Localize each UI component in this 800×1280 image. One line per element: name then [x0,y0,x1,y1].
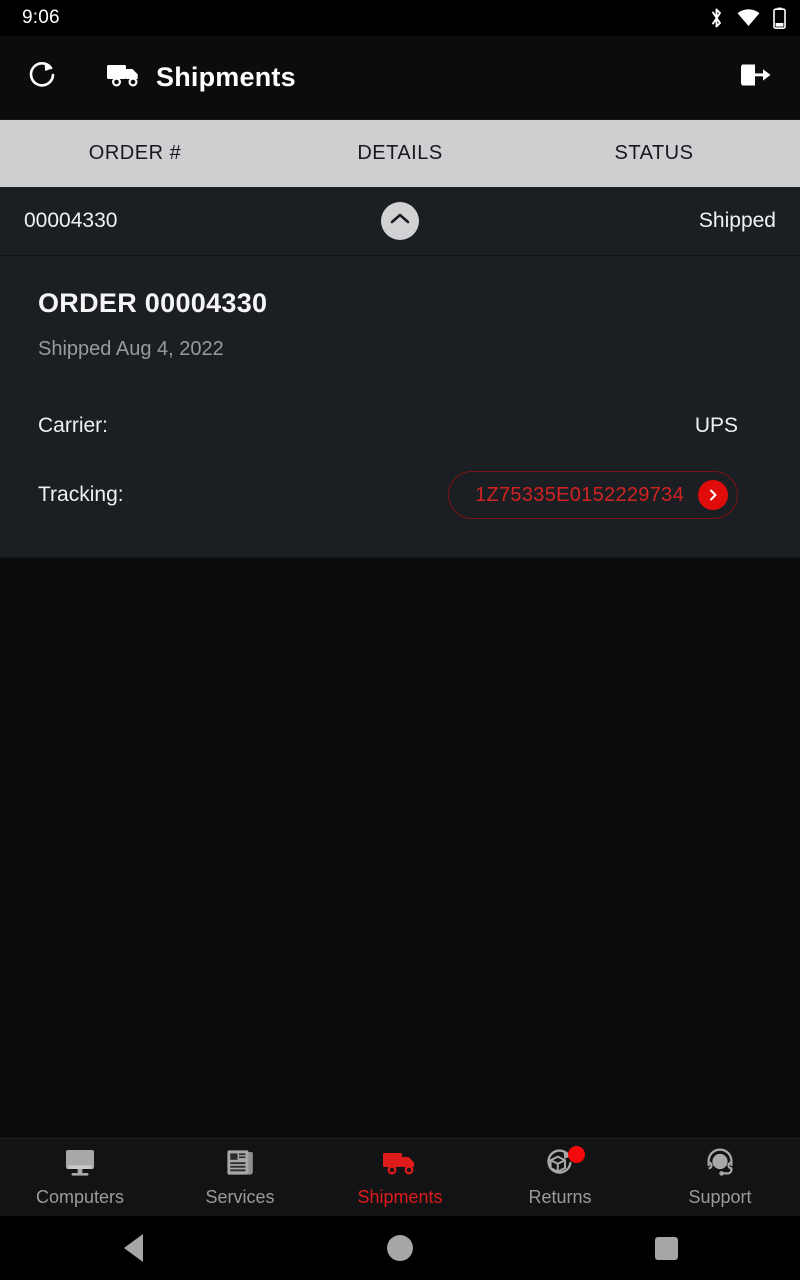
carrier-row: Carrier: UPS [38,409,738,443]
carrier-label: Carrier: [38,414,109,437]
app-bar-left: Shipments [20,56,734,100]
column-header-status: STATUS [614,142,694,164]
refresh-icon [25,58,59,97]
app-screen: 9:06 Shipments ORDER # DETAILS STATUS 00… [0,0,800,1280]
bluetooth-icon [709,7,724,29]
content-empty-area [0,558,800,1138]
cell-order-number: 00004330 [24,209,118,232]
nav-label-shipments: Shipments [357,1186,443,1207]
status-bar-clock: 9:06 [22,7,60,28]
page-title: Shipments [156,62,296,92]
android-home-button[interactable] [267,1235,534,1261]
nav-item-services[interactable]: Services [160,1139,320,1216]
app-bar-title-group: Shipments [106,61,296,94]
nav-label-computers: Computers [35,1186,125,1207]
refresh-button[interactable] [20,56,64,100]
table-header: ORDER # DETAILS STATUS [0,120,800,187]
tracking-row: Tracking: 1Z75335E0152229734 [38,471,738,519]
carrier-value: UPS [694,414,738,437]
column-header-order: ORDER # [88,142,182,164]
tracking-number-button[interactable]: 1Z75335E0152229734 [448,471,738,519]
expand-toggle-button[interactable] [381,202,419,240]
android-recents-button[interactable] [533,1236,800,1260]
status-bar-icons [709,7,786,29]
column-header-details: DETAILS [357,142,443,164]
status-bar: 9:06 [0,0,800,36]
chevron-right-icon [698,480,728,510]
cell-status: Shipped [698,209,776,232]
nav-label-returns: Returns [528,1186,592,1207]
logout-button[interactable] [734,56,778,100]
tracking-label: Tracking: [38,483,124,506]
returns-badge [568,1145,585,1163]
return-box-icon [544,1145,585,1178]
recents-square-icon [655,1236,679,1260]
nav-item-support[interactable]: Support [640,1139,800,1216]
table-row[interactable]: 00004330 Shipped [0,187,800,256]
android-navigation-bar [0,1216,800,1280]
bottom-navigation: Computers Services Shipments Returns Sup… [0,1138,800,1216]
monitor-icon [63,1148,97,1178]
cell-details [270,202,530,240]
truck-icon [381,1148,419,1178]
android-back-button[interactable] [0,1234,267,1262]
wifi-icon [737,9,760,27]
nav-label-services: Services [205,1186,275,1207]
home-circle-icon [387,1235,413,1261]
detail-ship-date: Shipped Aug 4, 2022 [38,338,224,360]
battery-icon [773,7,786,29]
app-bar: Shipments [0,36,800,120]
headset-icon [704,1148,736,1178]
detail-order-title: ORDER 00004330 [38,288,268,318]
newspaper-icon [225,1148,255,1178]
nav-item-computers[interactable]: Computers [0,1139,160,1216]
nav-label-support: Support [688,1186,752,1207]
nav-item-returns[interactable]: Returns [480,1139,640,1216]
nav-item-shipments[interactable]: Shipments [320,1139,480,1216]
tracking-number-value: 1Z75335E0152229734 [475,483,684,506]
chevron-up-icon [390,212,410,230]
logout-icon [738,58,774,97]
back-triangle-icon [123,1234,143,1262]
truck-icon [106,61,142,94]
order-detail-panel: ORDER 00004330 Shipped Aug 4, 2022 Carri… [0,256,800,558]
